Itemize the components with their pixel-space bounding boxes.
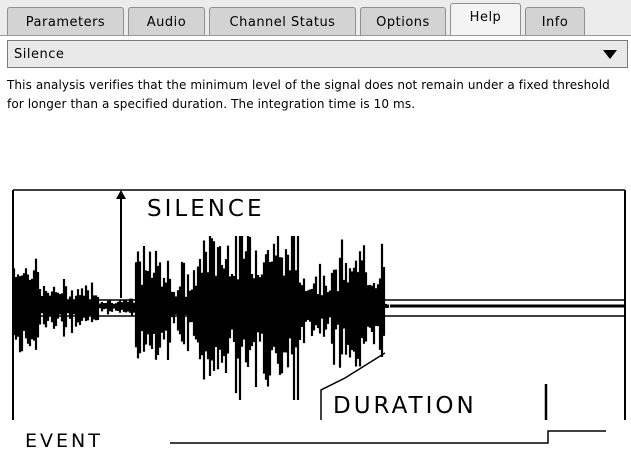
event-label: EVENT [25,430,103,452]
tab-options[interactable]: Options [360,7,446,36]
silence-label: SILENCE [147,196,265,222]
event-signal-line [170,430,606,444]
help-description: This analysis verifies that the minimum … [7,78,610,111]
analysis-select[interactable]: Silence [7,40,628,68]
threshold-arrow-head [116,190,126,199]
tab-info[interactable]: Info [525,7,585,36]
duration-label: DURATION [333,393,477,419]
chevron-down-icon[interactable] [603,50,617,59]
tab-bar-divider [0,35,631,36]
silence-diagram: SILENCE DURATION EVENT [12,189,626,452]
tab-help[interactable]: Help [450,3,521,36]
tab-parameters[interactable]: Parameters [7,7,124,36]
tab-audio[interactable]: Audio [128,7,205,36]
tab-bar: Parameters Audio Channel Status Options … [0,0,631,36]
audio-waveform [12,236,390,400]
analysis-select-value: Silence [14,47,65,62]
tab-channel-status[interactable]: Channel Status [209,7,356,36]
